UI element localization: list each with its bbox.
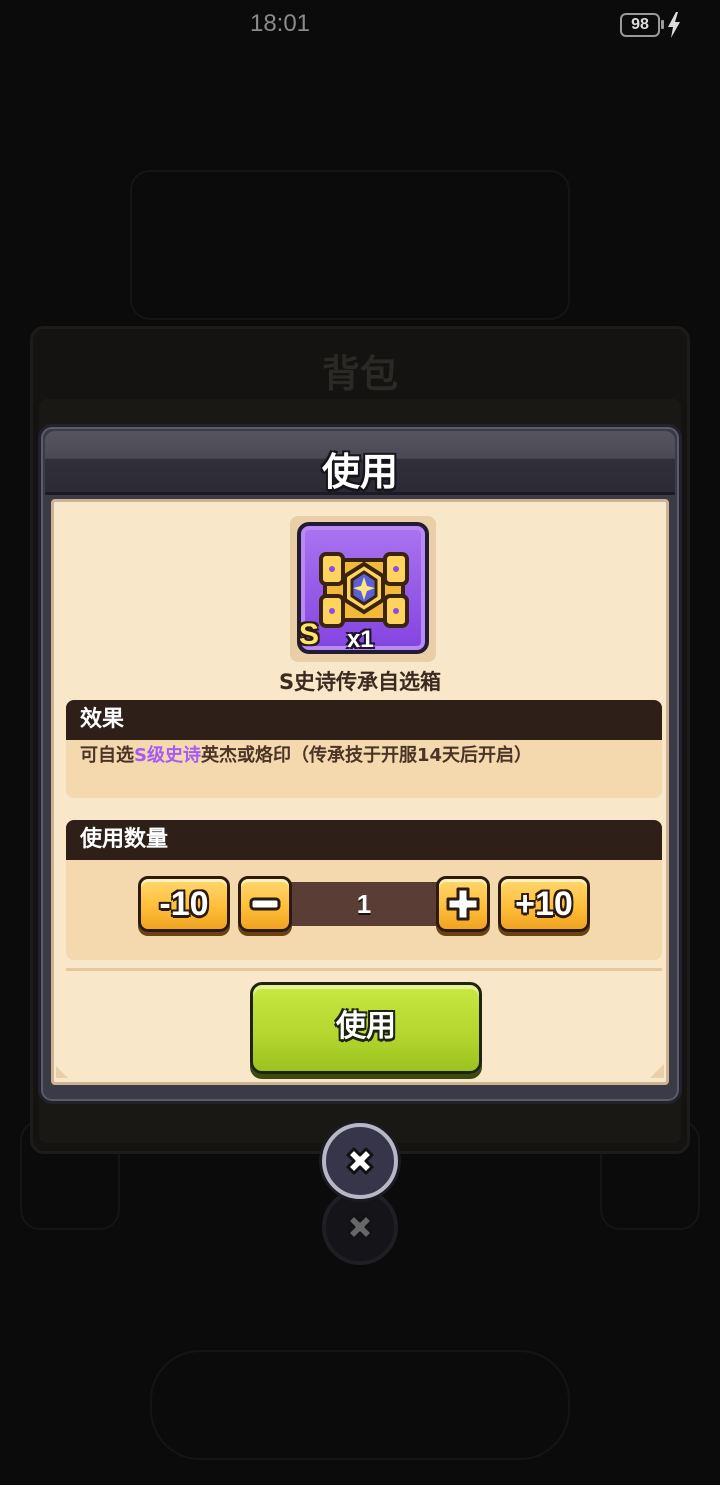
battery-tip	[661, 20, 664, 29]
quantity-heading: 使用数量	[66, 820, 662, 860]
background-banner	[130, 170, 570, 320]
minus-icon	[249, 897, 281, 911]
plus-button[interactable]	[436, 876, 490, 932]
quantity-section: 使用数量 1 -10 +10	[66, 820, 662, 960]
effect-text-prefix: 可自选	[80, 745, 134, 766]
effect-description: 可自选S级史诗英杰或烙印（传承技于开服14天后开启）	[66, 740, 662, 772]
use-button[interactable]: 使用	[250, 982, 482, 1074]
close-icon	[346, 1147, 374, 1175]
item-grade-badge: S	[299, 618, 320, 651]
minus-10-button[interactable]: -10	[138, 876, 230, 932]
effect-text-highlight: S级史诗	[134, 745, 201, 766]
item-count: x1	[347, 626, 374, 653]
chest-icon	[319, 552, 409, 628]
effect-heading: 效果	[66, 700, 662, 740]
status-time: 18:01	[249, 10, 311, 37]
charging-icon	[668, 12, 680, 38]
background-close-button	[322, 1189, 398, 1265]
item-name: S史诗传承自选箱	[278, 670, 442, 694]
decor-corner	[650, 1064, 664, 1078]
divider	[66, 968, 662, 971]
minus-button[interactable]	[238, 876, 292, 932]
status-bar: 18:01 98	[0, 0, 720, 50]
dialog-header: 使用	[45, 431, 675, 495]
quantity-value[interactable]: 1	[288, 882, 440, 926]
background-nav	[150, 1350, 570, 1460]
use-item-dialog: 使用 S x1 S史诗传承自选箱 效果 可自选S级史诗英杰或烙印（传承技于开服1…	[38, 424, 682, 1104]
effect-section: 效果 可自选S级史诗英杰或烙印（传承技于开服14天后开启）	[66, 700, 662, 798]
effect-text-suffix: 英杰或烙印（传承技于开服14天后开启）	[200, 745, 533, 766]
quantity-stepper: 1 -10 +10	[66, 876, 662, 936]
backpack-title: 背包	[321, 352, 398, 396]
decor-corner	[56, 1066, 68, 1078]
battery-indicator: 98	[620, 13, 660, 37]
close-icon	[346, 1213, 374, 1241]
item-card[interactable]: S x1	[290, 516, 436, 662]
dialog-title: 使用	[321, 450, 398, 494]
plus-10-button[interactable]: +10	[498, 876, 590, 932]
close-button[interactable]	[322, 1123, 398, 1199]
item-icon-frame: S x1	[297, 522, 429, 654]
dialog-body: S x1 S史诗传承自选箱 效果 可自选S级史诗英杰或烙印（传承技于开服14天后…	[51, 499, 669, 1085]
plus-icon	[446, 887, 480, 921]
